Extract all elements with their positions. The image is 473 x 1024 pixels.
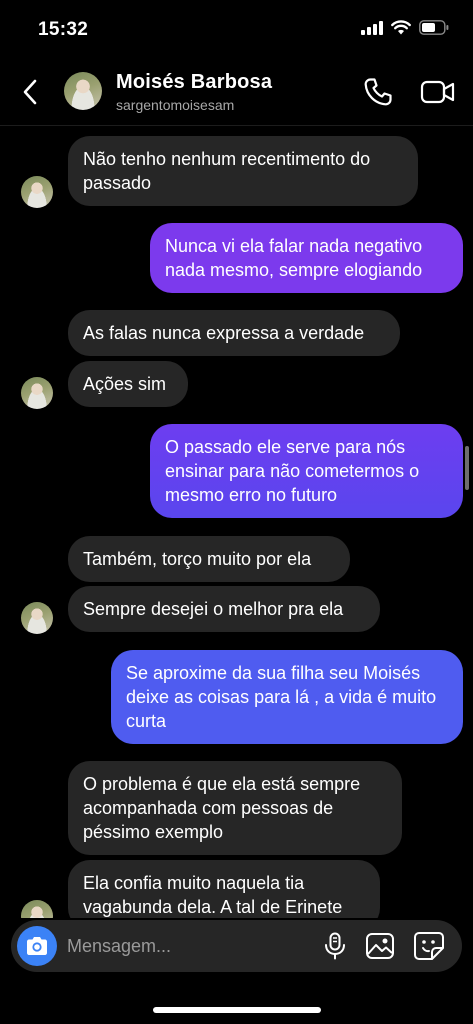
video-camera-icon	[420, 80, 455, 104]
message-thread[interactable]: Não tenho nenhum recentimento do passado…	[0, 126, 473, 918]
message-input[interactable]	[67, 934, 307, 958]
status-icons	[361, 20, 449, 35]
microphone-icon	[325, 932, 345, 960]
status-bar: 15:32	[0, 0, 473, 60]
incoming-message[interactable]: Ela confia muito naquela tia vagabunda d…	[68, 860, 380, 918]
sender-avatar[interactable]	[21, 377, 53, 409]
outgoing-message[interactable]: Nunca vi ela falar nada negativo nada me…	[150, 223, 463, 293]
camera-button[interactable]	[17, 926, 57, 966]
sender-avatar[interactable]	[21, 176, 53, 208]
outgoing-message[interactable]: O passado ele serve para nós ensinar par…	[150, 424, 463, 518]
gallery-button[interactable]	[365, 932, 395, 960]
incoming-message[interactable]: Não tenho nenhum recentimento do passado	[68, 136, 418, 206]
voice-message-button[interactable]	[323, 932, 347, 960]
scrollbar[interactable]	[465, 446, 469, 490]
incoming-message[interactable]: Também, torço muito por ela	[68, 536, 350, 582]
incoming-message[interactable]: Ações sim	[68, 361, 188, 407]
signal-icon	[361, 20, 383, 35]
chevron-left-icon	[23, 79, 37, 105]
incoming-message[interactable]: O problema é que ela está sempre acompan…	[68, 761, 402, 855]
status-time: 15:32	[38, 19, 89, 40]
chat-header: Moisés Barbosa sargentomoisesam	[0, 60, 473, 126]
contact-username[interactable]: sargentomoisesam	[116, 97, 234, 113]
contact-avatar[interactable]	[64, 72, 102, 110]
incoming-message[interactable]: As falas nunca expressa a verdade	[68, 310, 400, 356]
back-button[interactable]	[16, 76, 44, 108]
voice-call-button[interactable]	[362, 76, 394, 108]
image-icon	[366, 933, 394, 959]
incoming-message[interactable]: Sempre desejei o melhor pra ela	[68, 586, 380, 632]
outgoing-message[interactable]: Se aproxime da sua filha seu Moisés deix…	[111, 650, 463, 744]
message-composer	[11, 920, 462, 972]
home-indicator[interactable]	[153, 1007, 321, 1013]
wifi-icon	[391, 20, 411, 35]
battery-icon	[419, 20, 449, 35]
contact-name[interactable]: Moisés Barbosa	[116, 71, 272, 94]
sender-avatar[interactable]	[21, 602, 53, 634]
phone-icon	[364, 78, 392, 106]
sender-avatar[interactable]	[21, 900, 53, 918]
camera-icon	[27, 937, 47, 955]
video-call-button[interactable]	[420, 76, 456, 108]
sticker-icon	[414, 932, 444, 960]
sticker-button[interactable]	[413, 931, 445, 961]
